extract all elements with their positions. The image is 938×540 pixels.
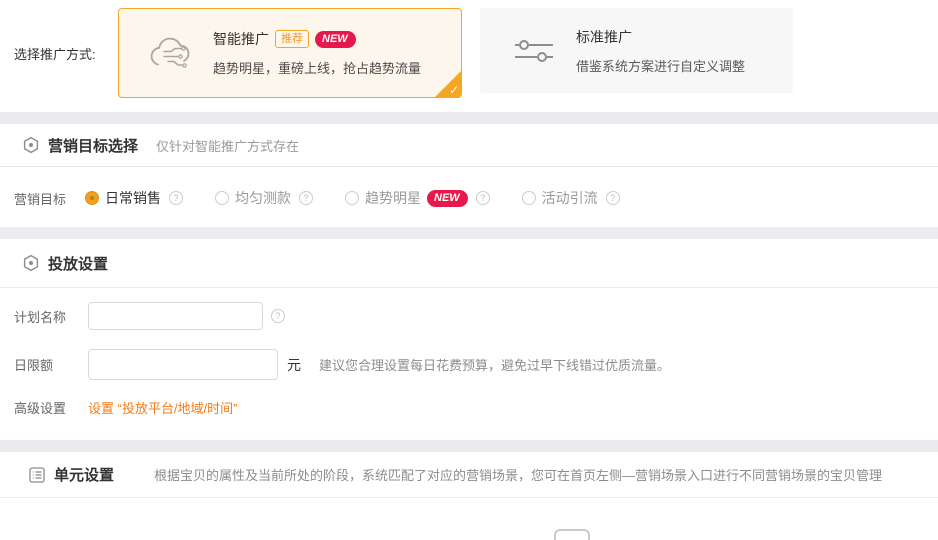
goal-row: 营销目标 日常销售 均匀测款 趋势明星 NEW 活动引流 [14, 180, 620, 216]
daily-limit-input[interactable] [88, 349, 278, 380]
section-divider-band [0, 440, 938, 452]
standard-card-subtitle: 借鉴系统方案进行自定义调整 [576, 58, 746, 74]
currency-unit-label: 元 [287, 356, 301, 373]
question-circle-icon[interactable] [475, 191, 490, 205]
goal-option-event-traffic[interactable]: 活动引流 [521, 188, 620, 208]
advanced-settings-label: 高级设置 [14, 400, 67, 416]
section-divider-band [0, 227, 938, 239]
advanced-settings-link[interactable]: 设置 “投放平台/地域/时间” [88, 398, 238, 417]
promo-card-standard[interactable]: 标准推广 借鉴系统方案进行自定义调整 [480, 8, 793, 93]
unit-section-description: 根据宝贝的属性及当前所处的阶段，系统匹配了对应的营销场景，您可在首页左侧—营销场… [154, 468, 883, 483]
question-circle-icon[interactable] [299, 191, 313, 205]
question-circle-icon[interactable] [169, 191, 183, 205]
radio-selected-icon[interactable] [85, 191, 99, 205]
hexagon-target-icon [22, 136, 40, 154]
goal-option-trend-star[interactable]: 趋势明星 NEW [345, 188, 490, 208]
new-badge: NEW [427, 189, 468, 207]
question-circle-icon[interactable] [605, 191, 620, 205]
goal-option-even-testing[interactable]: 均匀测款 [215, 188, 313, 208]
goal-section-title: 营销目标选择 [48, 137, 139, 155]
plan-name-row: 计划名称 [14, 302, 285, 330]
plan-name-input[interactable] [88, 302, 263, 330]
radio-icon[interactable] [215, 191, 229, 205]
section-divider-band [0, 112, 938, 124]
advanced-settings-row: 高级设置 设置 “投放平台/地域/时间” [14, 398, 238, 416]
sliders-icon [512, 36, 556, 66]
plan-name-label: 计划名称 [14, 309, 67, 325]
daily-limit-row: 日限额 元 建议您合理设置每日花费预算，避免过早下线错过优质流量。 [14, 349, 670, 380]
delivery-section-title: 投放设置 [48, 255, 109, 273]
image-placeholder-partial [554, 529, 590, 540]
recommend-badge: 推荐 [275, 30, 309, 48]
promo-method-label: 选择推广方式: [14, 47, 96, 62]
campaign-setup-page: 选择推广方式: 智能推广 推荐 NEW 趋势明星，重磅上线，抢占趋势流量 ✓ 标… [0, 0, 938, 540]
goal-section-header: 营销目标选择 仅针对智能推广方式存在 [0, 124, 938, 167]
delivery-section-header: 投放设置 [0, 239, 938, 288]
unit-section-header: 单元设置 根据宝贝的属性及当前所处的阶段，系统匹配了对应的营销场景，您可在首页左… [0, 452, 938, 498]
smart-cloud-icon [145, 33, 193, 73]
list-icon [28, 466, 46, 484]
goal-section-note: 仅针对智能推广方式存在 [156, 138, 300, 154]
hexagon-target-icon [22, 254, 40, 272]
radio-icon[interactable] [345, 191, 359, 205]
goal-option-daily-sales[interactable]: 日常销售 [85, 188, 183, 208]
promo-card-smart[interactable]: 智能推广 推荐 NEW 趋势明星，重磅上线，抢占趋势流量 ✓ [118, 8, 462, 98]
standard-card-title: 标准推广 [576, 28, 632, 45]
new-badge: NEW [315, 30, 356, 48]
unit-section-title: 单元设置 [54, 467, 115, 484]
question-circle-icon[interactable] [271, 309, 285, 323]
daily-limit-hint: 建议您合理设置每日花费预算，避免过早下线错过优质流量。 [319, 358, 671, 373]
goal-row-label: 营销目标 [14, 191, 67, 207]
check-icon: ✓ [448, 83, 459, 97]
smart-card-title: 智能推广 [213, 31, 269, 47]
smart-card-subtitle: 趋势明星，重磅上线，抢占趋势流量 [213, 61, 422, 76]
daily-limit-label: 日限额 [14, 358, 54, 373]
radio-icon[interactable] [521, 191, 536, 205]
